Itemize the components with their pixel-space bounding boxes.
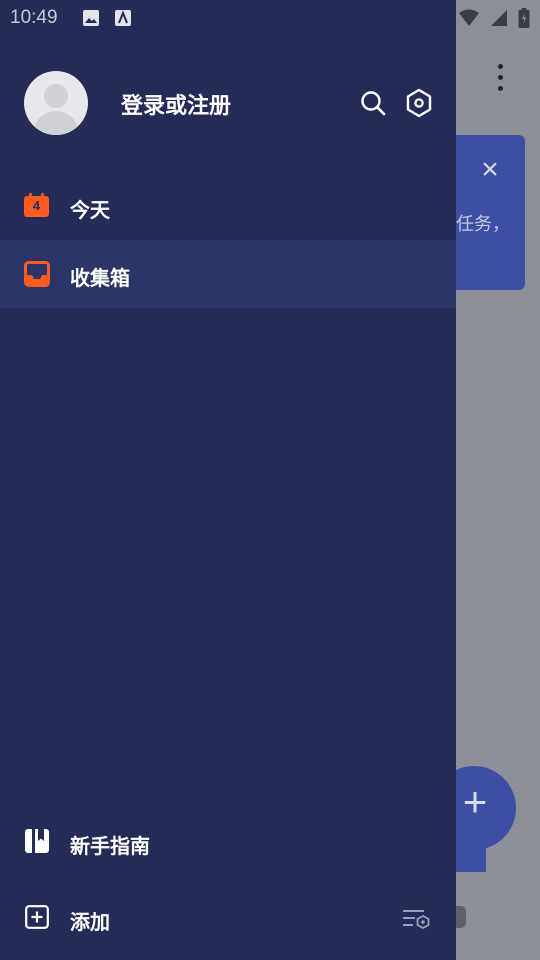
more-options-icon[interactable] (490, 62, 510, 94)
nav-item-label: 今天 (70, 200, 110, 222)
navigation-drawer: 登录或注册 4 今天 收集箱 新手指南 添加 (0, 0, 456, 960)
status-time: 10:49 (10, 7, 58, 28)
app-notification-icon (115, 10, 131, 26)
list-settings-icon[interactable] (402, 908, 430, 930)
calendar-day-number: 4 (32, 198, 41, 213)
status-bar: 10:49 (0, 0, 540, 36)
signal-icon (491, 10, 507, 26)
avatar[interactable] (24, 71, 88, 135)
login-register-link[interactable]: 登录或注册 (121, 88, 231, 120)
tip-card-text: 任务， (456, 214, 510, 234)
wifi-icon (459, 9, 479, 26)
close-icon[interactable]: × (478, 155, 502, 185)
battery-icon (518, 8, 530, 28)
nav-item-guide[interactable]: 新手指南 (0, 814, 456, 870)
settings-icon[interactable] (405, 88, 433, 118)
plus-icon: + (462, 778, 488, 825)
nav-item-inbox[interactable]: 收集箱 (0, 240, 456, 308)
nav-item-today[interactable]: 4 今天 (0, 172, 456, 240)
nav-item-label: 新手指南 (70, 836, 150, 858)
search-icon[interactable] (360, 90, 386, 116)
image-notification-icon (83, 10, 99, 26)
add-square-icon (25, 905, 49, 929)
inbox-icon (24, 261, 50, 287)
nav-item-label: 添加 (70, 912, 110, 934)
nav-item-add[interactable]: 添加 (0, 890, 456, 946)
nav-item-label: 收集箱 (70, 268, 130, 290)
book-icon (25, 829, 49, 853)
